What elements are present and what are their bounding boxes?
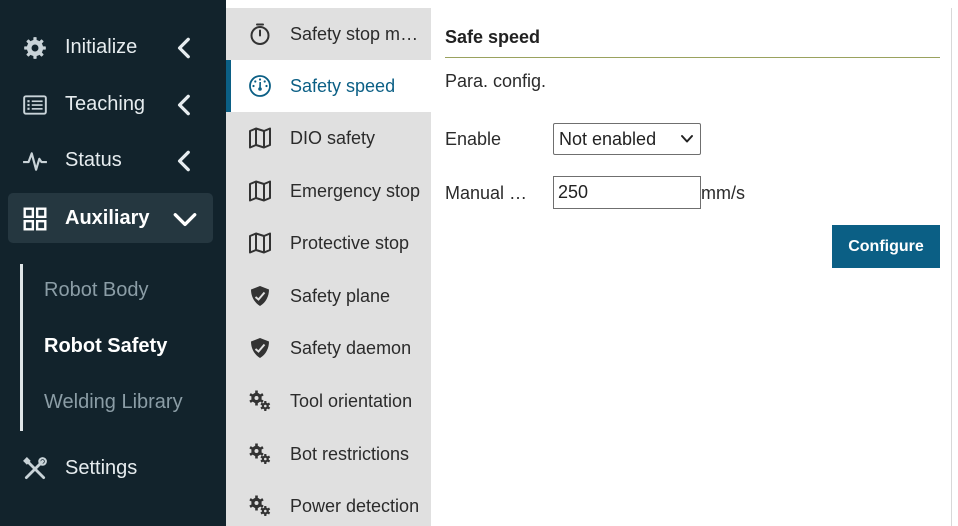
timer-icon	[250, 23, 270, 45]
menu-label: Emergency stop	[290, 181, 421, 201]
nav-item-status[interactable]: Status	[8, 135, 213, 185]
subnav-item-robot-body[interactable]: Robot Body	[44, 279, 149, 301]
nav-item-teaching[interactable]: Teaching	[8, 79, 213, 129]
safety-menu: Safety stop mode Safety speed DIO safety	[226, 8, 431, 526]
shield-check-icon	[251, 286, 269, 306]
speedometer-icon	[249, 75, 271, 97]
section-label: Para. config.	[445, 71, 547, 91]
chevron-left-icon	[177, 150, 190, 172]
nav-label: Settings	[65, 457, 138, 479]
menu-label: Tool orientation	[290, 391, 413, 411]
menu-label: Power detection	[290, 496, 420, 516]
chevron-left-icon	[177, 94, 190, 116]
nav-label: Teaching	[65, 93, 146, 115]
nav-item-initialize[interactable]: Initialize	[8, 22, 213, 72]
shield-check-icon	[251, 338, 269, 358]
nav-item-auxiliary[interactable]: Auxiliary	[8, 193, 213, 243]
menu-item-bot-restrictions[interactable]: Bot restrictions	[226, 428, 431, 480]
list-icon	[23, 95, 47, 115]
tools-icon	[23, 457, 47, 480]
safe-speed-panel: Safe speed Para. config. Enable Not enab…	[431, 8, 951, 526]
menu-item-safety-daemon[interactable]: Safety daemon	[226, 322, 431, 374]
chevron-left-icon	[177, 37, 190, 59]
nav-label: Initialize	[65, 36, 138, 58]
gears-icon	[249, 495, 271, 516]
enable-select[interactable]: Not enabled	[553, 123, 701, 155]
menu-item-dio-safety[interactable]: DIO safety	[226, 112, 431, 164]
menu-label: Safety plane	[290, 286, 391, 306]
gears-icon	[249, 443, 271, 464]
nav-label: Status	[65, 149, 122, 171]
menu-item-emergency-stop[interactable]: Emergency stop	[226, 165, 431, 217]
menu-label: Safety daemon	[290, 338, 412, 358]
menu-label: Bot restrictions	[290, 444, 410, 464]
manual-speed-label: Manual …	[445, 183, 528, 203]
menu-label: Safety stop mode	[290, 24, 426, 44]
grid-icon	[23, 207, 47, 231]
map-icon	[249, 127, 271, 149]
unit-label: mm/s	[701, 183, 745, 203]
subnav-indicator-line	[20, 264, 23, 431]
map-icon	[249, 180, 271, 202]
menu-label: Safety speed	[290, 76, 396, 96]
menu-label: DIO safety	[290, 128, 376, 148]
menu-item-protective-stop[interactable]: Protective stop	[226, 217, 431, 269]
chevron-down-icon	[173, 213, 197, 227]
subnav-item-robot-safety[interactable]: Robot Safety	[44, 335, 167, 357]
panel-right-border	[951, 8, 952, 526]
gear-icon	[24, 37, 46, 59]
configure-button[interactable]: Configure	[832, 225, 940, 268]
gears-icon	[249, 390, 271, 411]
enable-label: Enable	[445, 129, 502, 149]
menu-item-tool-orientation[interactable]: Tool orientation	[226, 375, 431, 427]
menu-item-safety-speed[interactable]: Safety speed	[226, 60, 431, 112]
map-icon	[249, 232, 271, 254]
menu-item-safety-stop-mode[interactable]: Safety stop mode	[226, 8, 431, 60]
menu-label: Protective stop	[290, 233, 410, 253]
pulse-icon	[23, 152, 47, 171]
enable-select-value: Not enabled	[559, 128, 657, 149]
menu-item-power-detection[interactable]: Power detection	[226, 480, 431, 526]
chevron-down-icon	[681, 135, 693, 143]
nav-label: Auxiliary	[65, 207, 150, 229]
panel-title: Safe speed	[445, 27, 541, 47]
main-sidebar: Initialize Teaching Status Auxiliary Rob…	[0, 0, 226, 526]
nav-item-settings[interactable]: Settings	[8, 443, 213, 493]
title-divider	[445, 57, 940, 58]
menu-item-safety-plane[interactable]: Safety plane	[226, 270, 431, 322]
subnav-item-welding-library[interactable]: Welding Library	[44, 391, 183, 413]
manual-speed-input[interactable]	[553, 176, 701, 209]
